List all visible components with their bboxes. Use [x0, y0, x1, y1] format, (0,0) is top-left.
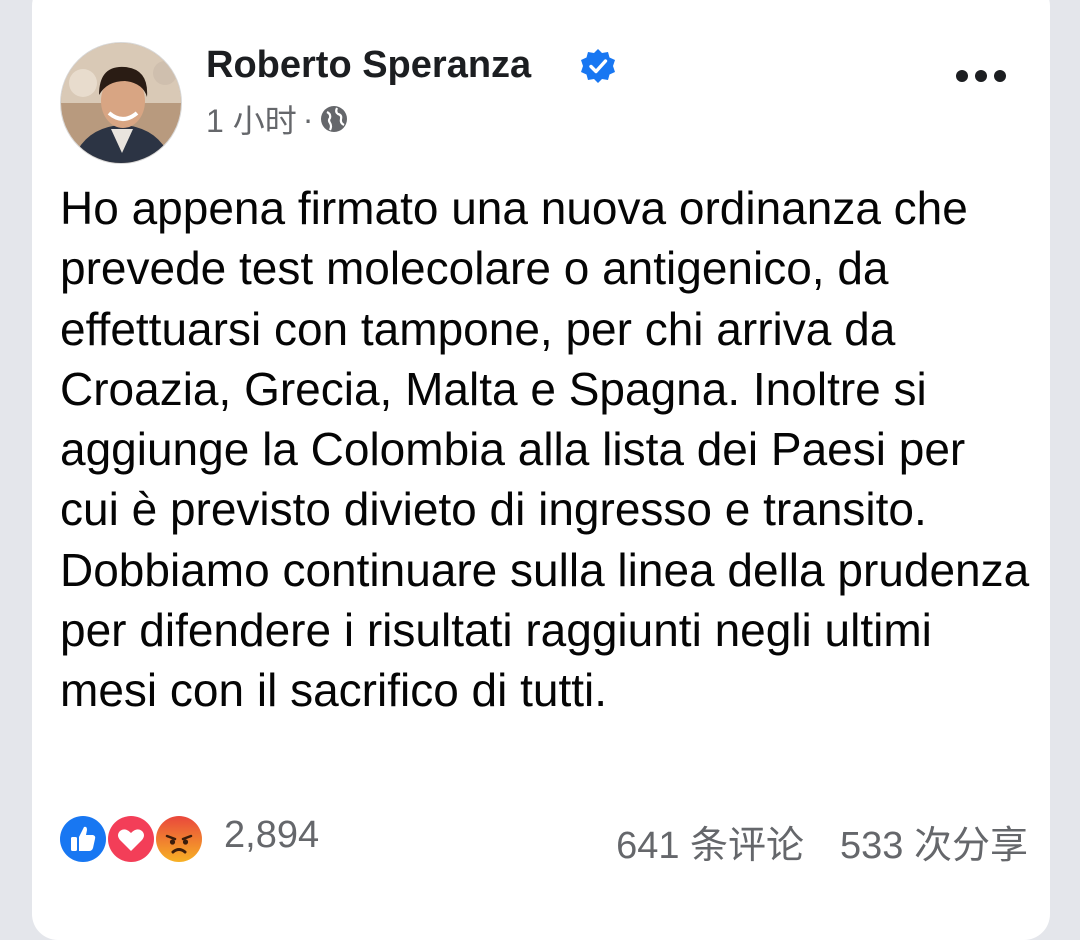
post-card: Roberto Speranza 1 小时 · Ho appena firmat…	[32, 0, 1050, 940]
post-paragraph: Dobbiamo continuare sulla linea della pr…	[60, 543, 1030, 717]
engagement-counts: 641 条评论 533 次分享	[616, 814, 1028, 869]
shares-count[interactable]: 533 次分享	[840, 814, 1028, 869]
love-reaction-icon	[106, 814, 156, 864]
comments-count[interactable]: 641 条评论	[616, 814, 804, 869]
reaction-count[interactable]: 2,894	[224, 814, 319, 857]
post-timestamp[interactable]: 1 小时	[206, 96, 297, 142]
more-dot	[994, 70, 1006, 82]
globe-icon[interactable]	[319, 104, 349, 134]
post-header: Roberto Speranza 1 小时 ·	[60, 42, 1020, 172]
post-meta: 1 小时 ·	[206, 96, 349, 142]
more-dot	[975, 70, 987, 82]
author-avatar[interactable]	[60, 42, 182, 164]
post-body: Ho appena firmato una nuova ordinanza ch…	[60, 178, 1030, 721]
avatar-photo	[61, 43, 181, 163]
like-reaction-icon	[58, 814, 108, 864]
post-engagement-bar: 2,894 641 条评论 533 次分享	[58, 812, 1028, 869]
more-options-icon[interactable]	[956, 64, 1006, 88]
reactions-summary[interactable]	[58, 812, 208, 864]
verified-badge-icon	[581, 49, 615, 83]
more-dot	[956, 70, 968, 82]
angry-reaction-icon	[154, 814, 204, 864]
author-name[interactable]: Roberto Speranza	[206, 44, 531, 87]
meta-separator: ·	[302, 100, 314, 137]
post-paragraph: Ho appena firmato una nuova ordinanza ch…	[60, 182, 968, 536]
